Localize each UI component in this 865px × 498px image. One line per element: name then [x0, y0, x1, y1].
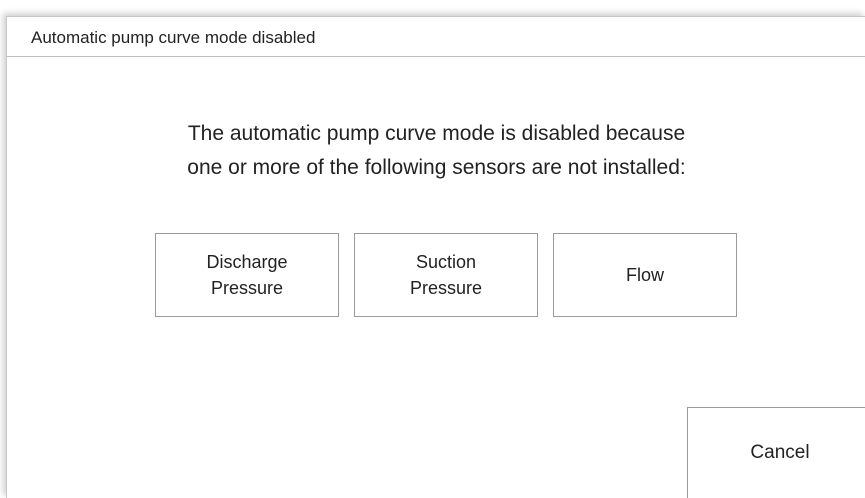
sensor-label-line-1: Discharge — [206, 252, 288, 272]
screen: Automatic pump curve mode disabled The a… — [0, 0, 865, 498]
cancel-button[interactable]: Cancel — [687, 407, 865, 498]
sensor-warning-dialog: Automatic pump curve mode disabled The a… — [6, 16, 865, 498]
sensor-label-line-1: Suction — [415, 252, 477, 272]
sensor-flow: Flow — [553, 233, 737, 317]
message-line-2: one or more of the following sensors are… — [187, 156, 686, 179]
sensor-discharge-pressure: Discharge Pressure — [155, 233, 339, 317]
sensor-label: Flow — [625, 265, 664, 285]
message-line-1: The automatic pump curve mode is disable… — [187, 122, 686, 145]
sensor-suction-pressure: Suction Pressure — [354, 233, 538, 317]
dialog-title: Automatic pump curve mode disabled — [31, 28, 316, 47]
sensor-list: Discharge Pressure Suction Pressure Flow — [155, 233, 739, 319]
dialog-message: The automatic pump curve mode is disable… — [7, 117, 865, 185]
dialog-title-bar: Automatic pump curve mode disabled — [7, 17, 865, 57]
sensor-label-line-2: Pressure — [210, 278, 283, 298]
sensor-label-line-2: Pressure — [409, 278, 483, 298]
